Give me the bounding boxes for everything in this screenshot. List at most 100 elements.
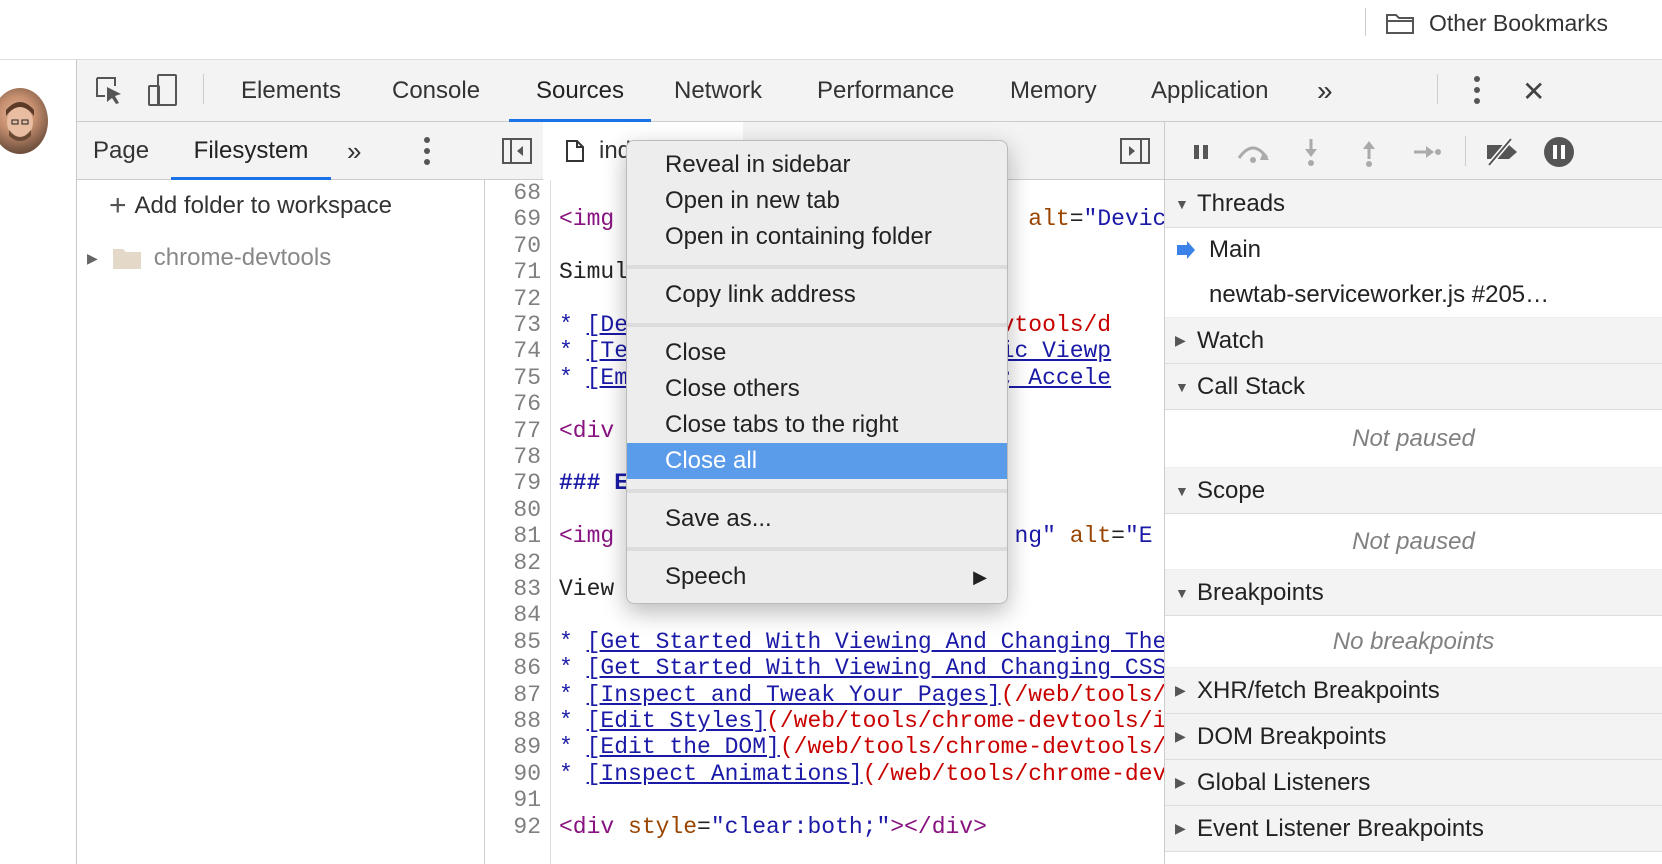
- code-token: <img: [559, 523, 629, 550]
- toggle-navigator-icon[interactable]: [497, 131, 537, 171]
- section-breakpoints[interactable]: ▼ Breakpoints: [1165, 570, 1662, 616]
- line-number[interactable]: 85: [485, 629, 541, 655]
- tab-sources[interactable]: Sources: [509, 60, 651, 122]
- menu-item-close-tabs-to-the-right[interactable]: Close tabs to the right: [627, 407, 1007, 443]
- more-tabs-button[interactable]: »: [1317, 60, 1333, 122]
- kebab-menu-icon[interactable]: [1457, 70, 1497, 110]
- line-number[interactable]: 80: [485, 497, 541, 523]
- tab-memory[interactable]: Memory: [1010, 60, 1097, 122]
- menu-item-reveal-in-sidebar[interactable]: Reveal in sidebar: [627, 147, 1007, 183]
- code-line[interactable]: 90 * [Inspect Animations](/web/tools/chro…: [485, 761, 1164, 787]
- tab-filesystem[interactable]: Filesystem: [171, 122, 331, 180]
- line-number[interactable]: 87: [485, 682, 541, 708]
- section-threads[interactable]: ▼ Threads: [1165, 180, 1662, 228]
- line-number[interactable]: 77: [485, 418, 541, 444]
- status-text: Not paused: [1352, 424, 1475, 452]
- code-token: "Devic: [1083, 206, 1165, 233]
- line-number[interactable]: 84: [485, 602, 541, 628]
- step-over-icon[interactable]: [1235, 134, 1271, 170]
- step-into-icon[interactable]: [1293, 134, 1329, 170]
- status-text: Not paused: [1352, 527, 1475, 555]
- line-number[interactable]: 88: [485, 708, 541, 734]
- triangle-down-icon: ▼: [1175, 378, 1189, 395]
- code-line[interactable]: 91: [485, 787, 1164, 813]
- line-number[interactable]: 72: [485, 286, 541, 312]
- menu-item-save-as[interactable]: Save as...: [627, 501, 1007, 537]
- tab-application[interactable]: Application: [1151, 60, 1268, 122]
- line-number[interactable]: 75: [485, 365, 541, 391]
- code-line[interactable]: 85 * [Get Started With Viewing And Changi…: [485, 629, 1164, 655]
- menu-item-close[interactable]: Close: [627, 335, 1007, 371]
- line-number[interactable]: 68: [485, 180, 541, 206]
- inspect-element-icon[interactable]: [89, 70, 129, 110]
- tab-network[interactable]: Network: [674, 60, 762, 122]
- tab-page[interactable]: Page: [93, 122, 149, 180]
- close-devtools-button[interactable]: ✕: [1522, 60, 1545, 122]
- thread-main[interactable]: Main: [1165, 228, 1662, 272]
- submenu-arrow-icon: ▶: [973, 566, 987, 587]
- code-token: =: [697, 813, 711, 840]
- pause-icon[interactable]: [1183, 134, 1219, 170]
- menu-item-copy-link-address[interactable]: Copy link address: [627, 277, 1007, 313]
- toggle-debugger-icon[interactable]: [1115, 131, 1155, 171]
- code-line[interactable]: 87 * [Inspect and Tweak Your Pages](/web/…: [485, 682, 1164, 708]
- pause-on-exceptions-icon[interactable]: [1541, 134, 1577, 170]
- section-dom-breakpoints[interactable]: ▶ DOM Breakpoints: [1165, 714, 1662, 760]
- line-number[interactable]: 82: [485, 550, 541, 576]
- step-out-icon[interactable]: [1351, 134, 1387, 170]
- code-token: (/web/tools/chrome-devtools/: [779, 734, 1165, 761]
- section-scope[interactable]: ▼ Scope: [1165, 468, 1662, 514]
- line-number[interactable]: 83: [485, 576, 541, 602]
- add-folder-button[interactable]: + Add folder to workspace: [109, 191, 392, 221]
- step-icon[interactable]: [1409, 134, 1445, 170]
- line-number[interactable]: 78: [485, 444, 541, 470]
- menu-item-open-in-new-tab[interactable]: Open in new tab: [627, 183, 1007, 219]
- line-number[interactable]: 92: [485, 814, 541, 840]
- tab-console[interactable]: Console: [392, 60, 480, 122]
- line-number[interactable]: 86: [485, 655, 541, 681]
- section-global-listeners[interactable]: ▶ Global Listeners: [1165, 760, 1662, 806]
- code-line[interactable]: 84: [485, 602, 1164, 628]
- section-event-listener-breakpoints[interactable]: ▶ Event Listener Breakpoints: [1165, 806, 1662, 852]
- line-content: * [Edit Styles](/web/tools/chrome-devtoo…: [559, 708, 1164, 734]
- tab-performance[interactable]: Performance: [817, 60, 954, 122]
- line-number[interactable]: 81: [485, 523, 541, 549]
- kebab-menu-icon[interactable]: [407, 131, 447, 171]
- code-line[interactable]: 86 * [Get Started With Viewing And Changi…: [485, 655, 1164, 681]
- line-number[interactable]: 70: [485, 233, 541, 259]
- tab-label: Console: [392, 77, 481, 104]
- section-xhr-breakpoints[interactable]: ▶ XHR/fetch Breakpoints: [1165, 668, 1662, 714]
- menu-item-speech[interactable]: Speech ▶: [627, 559, 1007, 595]
- code-token: *: [559, 734, 587, 761]
- line-number[interactable]: 90: [485, 761, 541, 787]
- deactivate-breakpoints-icon[interactable]: [1483, 134, 1519, 170]
- thread-worker[interactable]: newtab-serviceworker.js #205…: [1165, 272, 1662, 318]
- code-token: <img: [559, 206, 629, 233]
- code-line[interactable]: 88 * [Edit Styles](/web/tools/chrome-devt…: [485, 708, 1164, 734]
- line-number[interactable]: 76: [485, 391, 541, 417]
- section-watch[interactable]: ▶ Watch: [1165, 318, 1662, 364]
- code-line[interactable]: 89 * [Edit the DOM](/web/tools/chrome-dev…: [485, 734, 1165, 761]
- section-call-stack[interactable]: ▼ Call Stack: [1165, 364, 1662, 410]
- more-nav-tabs-button[interactable]: »: [347, 122, 361, 180]
- code-line[interactable]: 92 <div style="clear:both;"></div>: [485, 813, 1164, 840]
- tab-elements[interactable]: Elements: [241, 60, 341, 122]
- menu-item-close-others[interactable]: Close others: [627, 371, 1007, 407]
- other-bookmarks-button[interactable]: Other Bookmarks: [1385, 6, 1608, 40]
- line-number[interactable]: 73: [485, 312, 541, 338]
- call-stack-status: Not paused: [1165, 410, 1662, 468]
- line-number[interactable]: 89: [485, 734, 541, 760]
- line-number[interactable]: 71: [485, 259, 541, 285]
- section-title: Global Listeners: [1197, 768, 1371, 796]
- device-toolbar-icon[interactable]: [143, 70, 183, 110]
- line-number[interactable]: 91: [485, 787, 541, 813]
- disclosure-triangle-icon[interactable]: ▶: [87, 250, 98, 267]
- line-number[interactable]: 74: [485, 338, 541, 364]
- tree-item-folder[interactable]: ▶ chrome-devtools: [87, 244, 331, 272]
- menu-item-open-in-containing-folder[interactable]: Open in containing folder: [627, 219, 1007, 255]
- menu-item-close-all[interactable]: Close all: [627, 443, 1007, 479]
- code-token: <div: [559, 417, 629, 444]
- line-number[interactable]: 79: [485, 470, 541, 496]
- line-number[interactable]: 69: [485, 206, 541, 232]
